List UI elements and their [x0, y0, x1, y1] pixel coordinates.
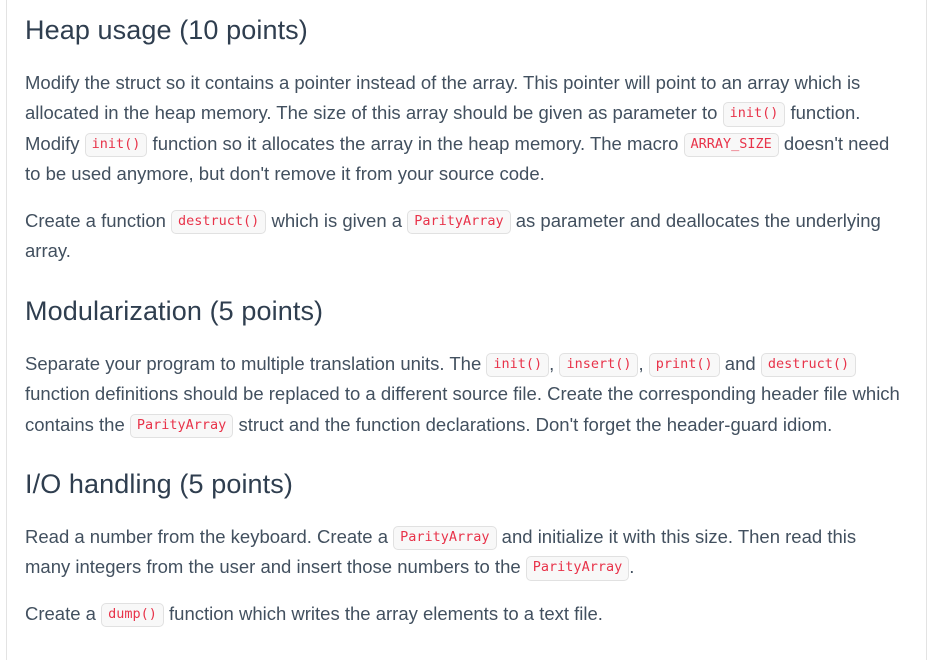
- paragraph: Read a number from the keyboard. Create …: [25, 522, 903, 583]
- section-heading-heap-usage: Heap usage (10 points): [25, 15, 308, 45]
- inline-code-badge: destruct(): [171, 209, 267, 235]
- section-heading-io-handling: I/O handling (5 points): [25, 469, 293, 499]
- inline-code-badge: destruct(): [760, 352, 857, 377]
- paragraph: Create a dump() function which writes th…: [25, 599, 903, 630]
- inline-code-badge: ParityArray: [393, 525, 497, 551]
- right-edge-rule: [926, 0, 927, 660]
- section-heap-usage: Heap usage (10 points) Modify the struct…: [25, 14, 903, 267]
- inline-code-badge: dump(): [101, 602, 164, 628]
- section-modularization: Modularization (5 points) Separate your …: [25, 295, 903, 440]
- section-heading-modularization: Modularization (5 points): [25, 295, 324, 326]
- inline-code-badge: ARRAY_SIZE: [683, 132, 779, 158]
- inline-code-badge: print(): [648, 352, 720, 377]
- section-io-handling: I/O handling (5 points) Read a number fr…: [25, 468, 903, 629]
- inline-code-badge: ParityArray: [525, 556, 630, 581]
- inline-code-badge: init(): [722, 102, 786, 127]
- inline-code-badge: ParityArray: [129, 413, 234, 438]
- inline-code-badge: ParityArray: [407, 209, 511, 235]
- assignment-document: Heap usage (10 points) Modify the struct…: [0, 0, 932, 660]
- paragraph: Separate your program to multiple transl…: [25, 349, 903, 441]
- paragraph: Modify the struct so it contains a point…: [25, 71, 890, 185]
- document-content: Heap usage (10 points) Modify the struct…: [25, 0, 903, 629]
- inline-code-badge: init(): [486, 352, 550, 377]
- left-edge-rule: [6, 0, 7, 660]
- inline-code-badge: insert(): [559, 352, 639, 377]
- inline-code-badge: init(): [84, 132, 148, 158]
- paragraph: Create a function destruct() which is gi…: [25, 209, 881, 262]
